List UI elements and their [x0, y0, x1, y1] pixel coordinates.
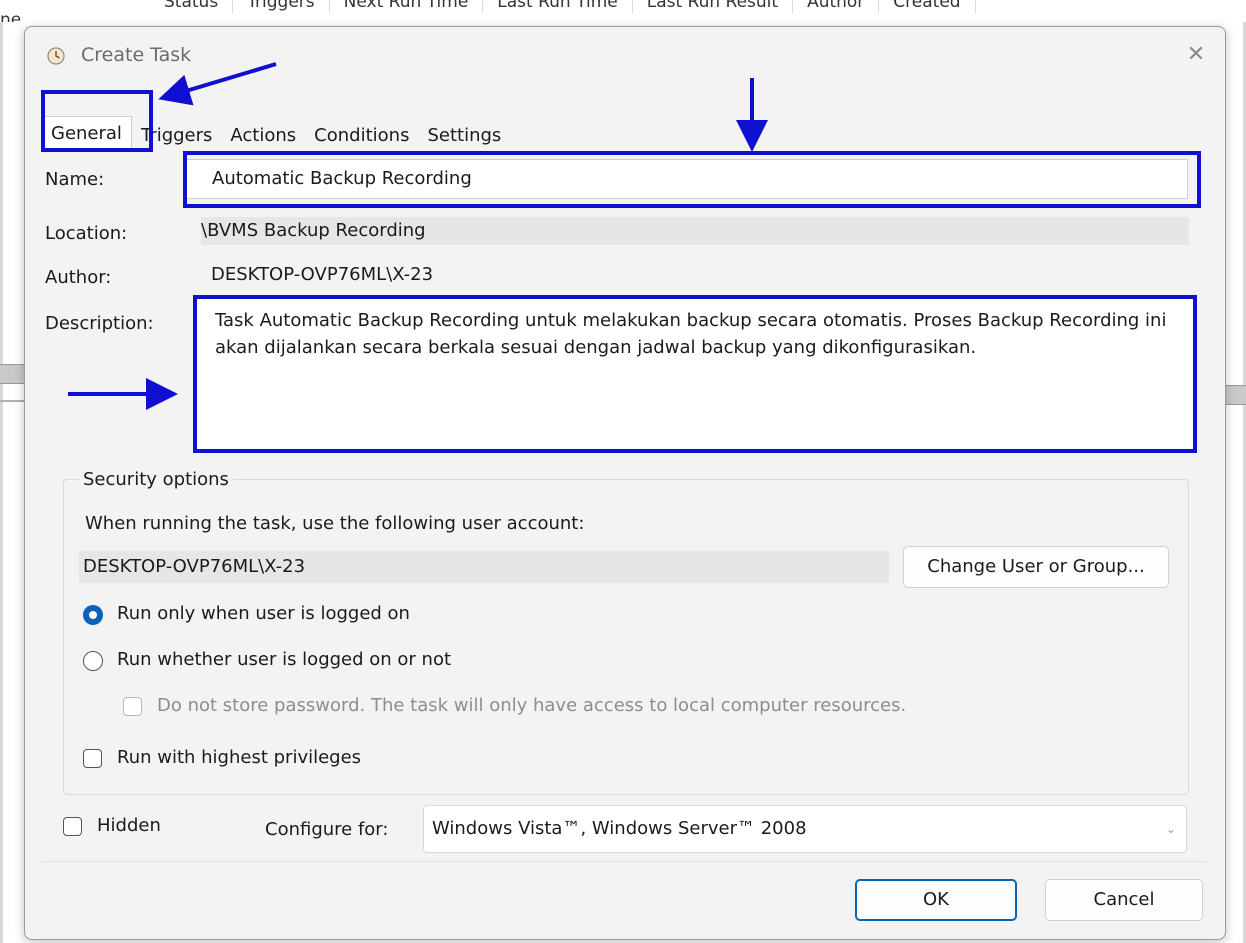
background-window-edge-left — [0, 22, 3, 943]
radio-logged-on[interactable] — [83, 605, 103, 625]
background-column-status: Status — [150, 0, 234, 13]
cancel-button[interactable]: Cancel — [1045, 879, 1203, 921]
configure-for-label: Configure for: — [265, 819, 389, 840]
footer-separator — [41, 861, 1207, 862]
name-label: Name: — [45, 169, 105, 190]
user-account-field: DESKTOP-OVP76ML\X-23 — [79, 551, 889, 583]
configure-for-select[interactable]: Windows Vista™, Windows Server™ 2008 ⌄ — [423, 805, 1187, 853]
ok-button[interactable]: OK — [855, 879, 1017, 921]
background-partial-text: ne — [0, 10, 22, 23]
background-column-last-run: Last Run Time — [483, 0, 633, 13]
create-task-dialog: Create Task ✕ General Triggers Actions C… — [24, 26, 1226, 940]
hidden-checkbox[interactable] — [63, 817, 82, 836]
highest-privileges-label: Run with highest privileges — [117, 747, 362, 768]
close-button[interactable]: ✕ — [1181, 41, 1211, 69]
description-label: Description: — [45, 313, 154, 334]
highest-privileges-checkbox[interactable] — [83, 749, 102, 768]
no-store-password-label: Do not store password. The task will onl… — [157, 695, 907, 716]
radio-whether-logged-on-label: Run whether user is logged on or not — [117, 649, 452, 670]
background-column-triggers: Triggers — [233, 0, 330, 13]
background-splitter-left — [0, 364, 24, 384]
security-options-title: Security options — [79, 469, 233, 490]
no-store-password-checkbox[interactable] — [123, 697, 142, 716]
background-column-created: Created — [879, 0, 976, 13]
radio-logged-on-label: Run only when user is logged on — [117, 603, 410, 624]
author-label: Author: — [45, 267, 112, 288]
tab-general[interactable]: General — [41, 116, 132, 151]
tab-actions[interactable]: Actions — [221, 121, 305, 151]
tab-triggers[interactable]: Triggers — [132, 121, 221, 151]
tab-strip: General Triggers Actions Conditions Sett… — [41, 116, 510, 151]
background-divider-left — [0, 400, 24, 402]
radio-whether-logged-on[interactable] — [83, 651, 103, 671]
description-textarea[interactable]: Task Automatic Backup Recording untuk me… — [197, 299, 1193, 451]
dialog-title: Create Task — [81, 44, 192, 66]
location-value: \BVMS Backup Recording — [201, 217, 1189, 245]
account-prompt: When running the task, use the following… — [85, 513, 585, 534]
chevron-down-icon: ⌄ — [1165, 822, 1176, 836]
tab-settings[interactable]: Settings — [418, 121, 510, 151]
background-column-next-run: Next Run Time — [330, 0, 484, 13]
tab-conditions[interactable]: Conditions — [305, 121, 418, 151]
hidden-label: Hidden — [97, 815, 161, 836]
close-icon: ✕ — [1186, 42, 1206, 67]
change-user-button[interactable]: Change User or Group... — [903, 546, 1169, 588]
configure-for-value: Windows Vista™, Windows Server™ 2008 — [432, 818, 807, 839]
author-value: DESKTOP-OVP76ML\X-23 — [211, 264, 434, 285]
background-column-last-result: Last Run Result — [633, 0, 794, 13]
background-column-headers: Status Triggers Next Run Time Last Run T… — [150, 0, 976, 22]
clock-icon — [47, 47, 65, 65]
background-window-header: ne Status Triggers Next Run Time Last Ru… — [0, 0, 1246, 22]
dialog-titlebar[interactable]: Create Task ✕ — [25, 27, 1225, 85]
location-label: Location: — [45, 223, 128, 244]
name-input[interactable]: Automatic Backup Recording — [185, 159, 1188, 199]
background-column-author: Author — [793, 0, 880, 13]
